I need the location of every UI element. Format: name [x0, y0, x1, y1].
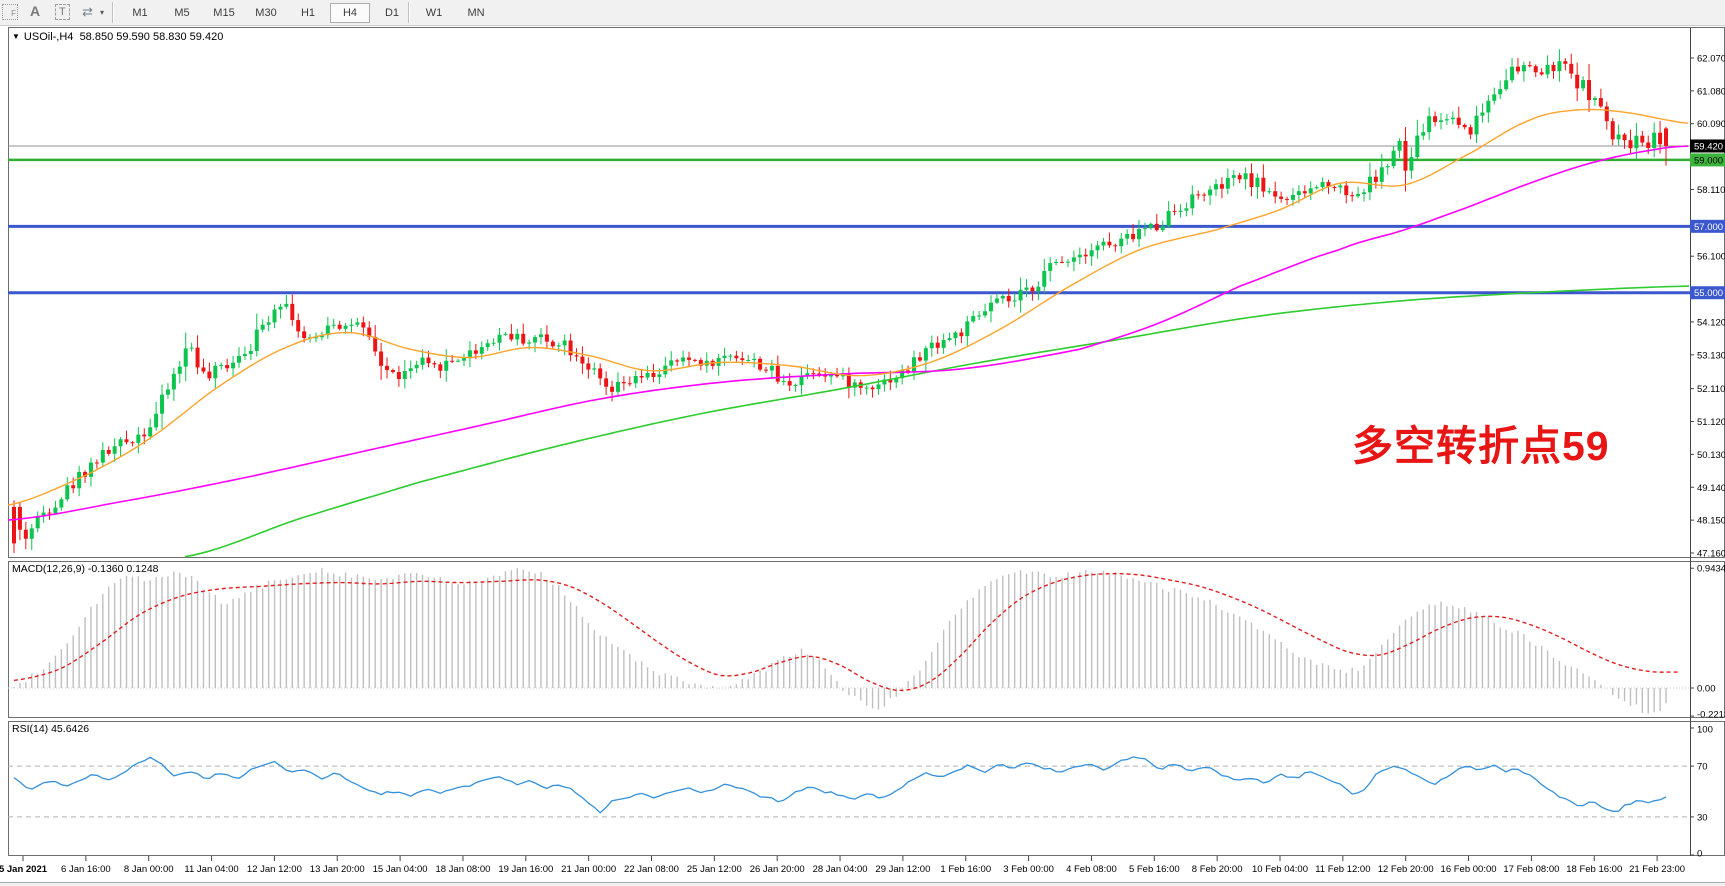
svg-text:0.00: 0.00: [1697, 684, 1716, 695]
svg-text:58.110: 58.110: [1697, 185, 1725, 196]
toolbar-separator: [112, 2, 114, 23]
svg-text:11 Feb 12:00: 11 Feb 12:00: [1315, 864, 1370, 875]
svg-text:54.120: 54.120: [1697, 317, 1725, 328]
timeframe-button-d1[interactable]: D1: [372, 3, 412, 23]
svg-text:4 Feb 08:00: 4 Feb 08:00: [1066, 864, 1117, 875]
svg-text:5 Jan 2021: 5 Jan 2021: [0, 864, 48, 875]
toolbar-separator: [408, 2, 410, 23]
svg-text:1 Feb 16:00: 1 Feb 16:00: [940, 864, 991, 875]
symbol-timeframe-label: USOil-,H4: [24, 31, 74, 43]
svg-text:28 Jan 04:00: 28 Jan 04:00: [813, 864, 868, 875]
svg-text:5 Feb 16:00: 5 Feb 16:00: [1129, 864, 1180, 875]
svg-text:100: 100: [1697, 725, 1713, 736]
svg-text:18 Feb 16:00: 18 Feb 16:00: [1566, 864, 1622, 875]
toolbar: F A T ⇄ ▾ M1M5M15M30H1H4D1W1MN: [0, 0, 1725, 26]
svg-text:18 Jan 08:00: 18 Jan 08:00: [435, 864, 490, 875]
svg-text:55.000: 55.000: [1694, 288, 1723, 299]
timeframe-button-m5[interactable]: M5: [162, 3, 202, 23]
svg-text:10 Feb 04:00: 10 Feb 04:00: [1252, 864, 1308, 875]
timeframe-buttons: M1M5M15M30H1H4D1W1MN: [119, 1, 497, 24]
svg-text:8 Jan 00:00: 8 Jan 00:00: [124, 864, 174, 875]
svg-text:26 Jan 20:00: 26 Jan 20:00: [750, 864, 805, 875]
svg-text:11 Jan 04:00: 11 Jan 04:00: [184, 864, 238, 875]
svg-text:15 Jan 04:00: 15 Jan 04:00: [373, 864, 428, 875]
svg-text:70: 70: [1697, 762, 1708, 773]
svg-text:50.130: 50.130: [1697, 450, 1725, 461]
timeframe-button-m1[interactable]: M1: [120, 3, 160, 23]
cursor-mode-icon[interactable]: ⇄: [82, 4, 93, 20]
timeframe-button-mn[interactable]: MN: [456, 3, 496, 23]
text-label-icon[interactable]: T: [55, 4, 70, 20]
macd-indicator-label: MACD(12,26,9) -0.1360 0.1248: [12, 563, 159, 575]
ohlc-values: 58.850 59.590 58.830 59.420: [80, 31, 224, 43]
svg-text:21 Jan 00:00: 21 Jan 00:00: [561, 864, 616, 875]
timeframe-button-h4[interactable]: H4: [330, 3, 370, 23]
svg-text:13 Jan 20:00: 13 Jan 20:00: [310, 864, 365, 875]
chart-annotation-text: 多空转折点59: [1352, 412, 1610, 472]
svg-text:21 Feb 23:00: 21 Feb 23:00: [1629, 864, 1685, 875]
svg-text:3 Feb 00:00: 3 Feb 00:00: [1003, 864, 1054, 875]
svg-text:0: 0: [1697, 849, 1702, 860]
timeframe-button-m15[interactable]: M15: [204, 3, 244, 23]
svg-text:57.000: 57.000: [1694, 222, 1723, 233]
svg-text:6 Jan 16:00: 6 Jan 16:00: [61, 864, 111, 875]
svg-text:47.160: 47.160: [1697, 549, 1725, 560]
svg-text:19 Jan 16:00: 19 Jan 16:00: [498, 864, 553, 875]
chart-title: ▼ USOil-,H4 58.850 59.590 58.830 59.420: [12, 31, 223, 43]
svg-text:51.120: 51.120: [1697, 417, 1725, 428]
svg-text:8 Feb 20:00: 8 Feb 20:00: [1192, 864, 1243, 875]
svg-text:29 Jan 12:00: 29 Jan 12:00: [875, 864, 930, 875]
svg-text:-0.2213: -0.2213: [1697, 710, 1725, 721]
svg-text:16 Feb 00:00: 16 Feb 00:00: [1441, 864, 1497, 875]
svg-text:61.080: 61.080: [1697, 86, 1725, 97]
timeframe-button-w1[interactable]: W1: [414, 3, 454, 23]
svg-text:12 Jan 12:00: 12 Jan 12:00: [247, 864, 302, 875]
symbol-dropdown-icon[interactable]: ▼: [12, 32, 20, 41]
svg-text:60.090: 60.090: [1697, 119, 1725, 130]
svg-text:17 Feb 08:00: 17 Feb 08:00: [1503, 864, 1559, 875]
svg-text:12 Feb 20:00: 12 Feb 20:00: [1378, 864, 1434, 875]
svg-text:48.150: 48.150: [1697, 516, 1725, 527]
svg-text:0.9434: 0.9434: [1697, 564, 1725, 575]
font-a-icon[interactable]: A: [30, 3, 40, 19]
dropdown-caret-icon[interactable]: ▾: [100, 8, 104, 17]
svg-text:25 Jan 12:00: 25 Jan 12:00: [687, 864, 742, 875]
svg-text:22 Jan 08:00: 22 Jan 08:00: [624, 864, 679, 875]
timeframe-button-m30[interactable]: M30: [246, 3, 286, 23]
mt4-chart-window: F A T ⇄ ▾ M1M5M15M30H1H4D1W1MN 62.070 61.…: [0, 0, 1725, 886]
svg-text:56.100: 56.100: [1697, 252, 1725, 263]
svg-text:49.140: 49.140: [1697, 483, 1725, 494]
svg-text:62.070: 62.070: [1697, 54, 1725, 65]
svg-text:30: 30: [1697, 812, 1708, 823]
rsi-indicator-label: RSI(14) 45.6426: [12, 723, 89, 735]
timeframe-button-h1[interactable]: H1: [288, 3, 328, 23]
toolbar-grid-f-icon[interactable]: F: [2, 4, 18, 20]
svg-text:59.420: 59.420: [1694, 141, 1723, 152]
svg-text:52.110: 52.110: [1697, 384, 1725, 395]
svg-text:53.130: 53.130: [1697, 350, 1725, 361]
svg-text:59.000: 59.000: [1694, 155, 1723, 166]
